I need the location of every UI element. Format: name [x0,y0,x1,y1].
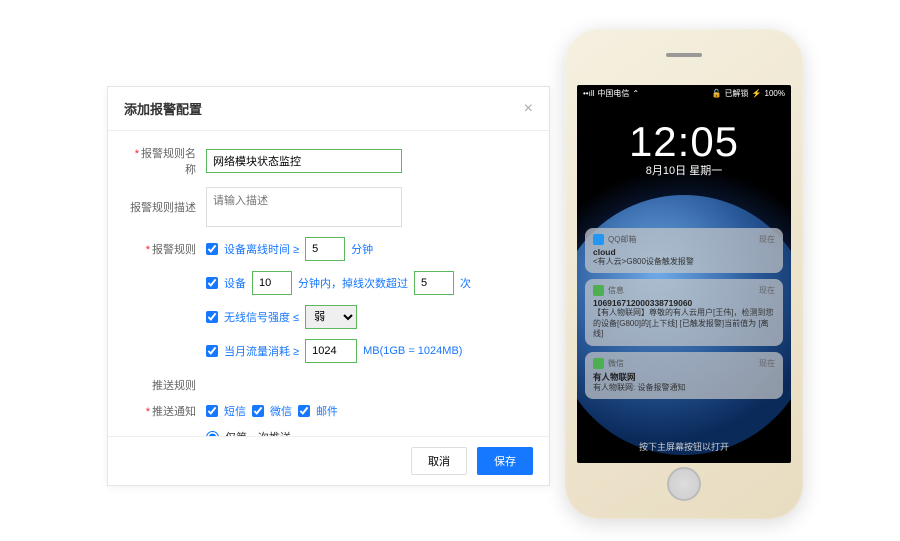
phone-mockup: ••ıll 中国电信 ⌃ 🔓 已解锁 ⚡ 100% 12:05 8月10日 星期… [565,29,803,519]
rule1-text-b: 分钟 [351,241,373,257]
notification-sms[interactable]: 信息现在 106916712000338719060 【有人物联网】尊敬的有人云… [585,279,783,345]
rule-name-input[interactable] [206,149,402,173]
status-bar: ••ıll 中国电信 ⌃ 🔓 已解锁 ⚡ 100% [577,85,791,102]
modal-header: 添加报警配置 × [108,87,549,131]
carrier-label: 中国电信 [597,88,629,99]
phone-screen: ••ıll 中国电信 ⌃ 🔓 已解锁 ⚡ 100% 12:05 8月10日 星期… [577,85,791,463]
lock-icon: 🔓 [712,89,722,98]
cancel-button[interactable]: 取消 [411,447,467,475]
wifi-icon: ⌃ [632,89,639,98]
rule2-val2-input[interactable] [414,271,454,295]
close-icon[interactable]: × [524,100,533,118]
rule1-text-a: 设备离线时间 ≥ [224,241,299,257]
rule2-text-a: 设备 [224,275,246,291]
push-notify-label: *推送通知 [128,403,206,419]
notifications-list: QQ邮箱现在 cloud <有人云>G800设备触发报警 信息现在 106916… [577,228,791,399]
push-rules-label: 推送规则 [128,377,206,393]
rule2-text-b: 分钟内，掉线次数超过 [298,275,408,291]
email-label: 邮件 [316,403,338,419]
battery-icon: ⚡ [752,89,762,98]
notif2-title: 106916712000338719060 [593,298,775,308]
lock-label: 已解锁 [725,88,749,99]
notification-wechat[interactable]: 微信现在 有人物联网 有人物联网: 设备报警通知 [585,352,783,399]
clock-date: 8月10日 星期一 [577,162,791,178]
rule3-checkbox[interactable] [206,311,218,323]
rule1-value-input[interactable] [305,237,345,261]
unlock-hint: 按下主屏幕按钮以打开 [577,440,791,453]
rule2-text-c: 次 [460,275,471,291]
battery-label: 100% [765,89,785,98]
name-label: *报警规则名称 [128,145,206,177]
signal-icon: ••ıll [583,89,594,98]
qq-mail-icon [593,234,604,245]
rule4-text-b: MB(1GB = 1024MB) [363,345,462,357]
notif3-body: 有人物联网: 设备报警通知 [593,383,775,393]
rule3-text-a: 无线信号强度 ≤ [224,309,299,325]
notif3-title: 有人物联网 [593,371,775,383]
notif1-title: cloud [593,247,775,257]
save-button[interactable]: 保存 [477,447,533,475]
notif1-body: <有人云>G800设备触发报警 [593,257,775,267]
messages-icon [593,285,604,296]
notification-qq[interactable]: QQ邮箱现在 cloud <有人云>G800设备触发报警 [585,228,783,273]
desc-label: 报警规则描述 [128,199,206,215]
wechat-icon [593,358,604,369]
modal-footer: 取消 保存 [108,436,549,485]
clock-time: 12:05 [577,118,791,166]
lockscreen-clock: 12:05 8月10日 星期一 [577,118,791,178]
rule4-checkbox[interactable] [206,345,218,357]
sms-label: 短信 [224,403,246,419]
rule2-val1-input[interactable] [252,271,292,295]
rule1-checkbox[interactable] [206,243,218,255]
sms-checkbox[interactable] [206,405,218,417]
rule3-select[interactable]: 弱 [305,305,357,329]
rule2-checkbox[interactable] [206,277,218,289]
modal-title: 添加报警配置 [124,99,202,118]
rules-label: *报警规则 [128,241,206,257]
notif2-body: 【有人物联网】尊敬的有人云用户[王伟]，检测到您的设备[G800]的[上下线] … [593,308,775,339]
email-checkbox[interactable] [298,405,310,417]
rule4-text-a: 当月流量消耗 ≥ [224,343,299,359]
rule4-value-input[interactable] [305,339,357,363]
alarm-config-modal: 添加报警配置 × *报警规则名称 报警规则描述 *报警规则 设备离线时间 ≥ 分… [107,86,550,486]
wechat-checkbox[interactable] [252,405,264,417]
rule-desc-textarea[interactable] [206,187,402,227]
wechat-label: 微信 [270,403,292,419]
